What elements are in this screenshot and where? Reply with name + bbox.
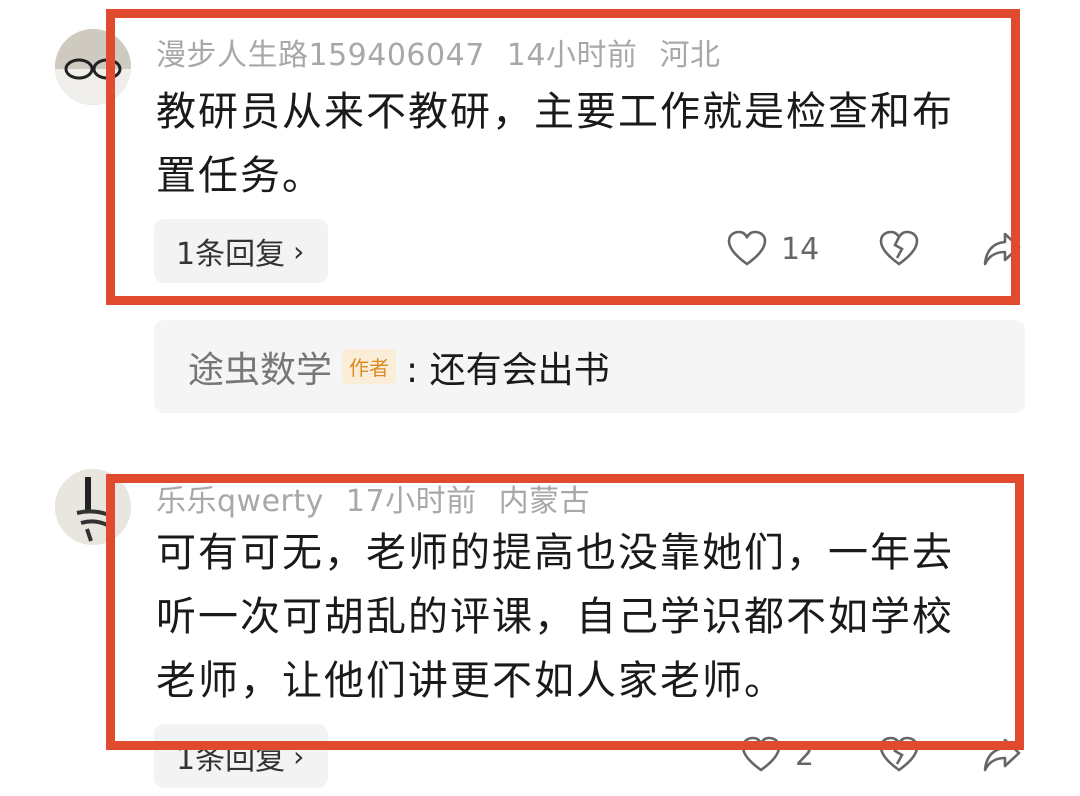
highlight-box	[106, 9, 1020, 305]
highlight-box	[106, 474, 1024, 750]
reply-text: : 还有会出书	[406, 349, 610, 391]
author-reply-preview[interactable]: 途虫数学 作者 : 还有会出书	[154, 320, 1025, 413]
author-badge: 作者	[342, 349, 397, 384]
reply-author[interactable]: 途虫数学	[188, 341, 332, 393]
